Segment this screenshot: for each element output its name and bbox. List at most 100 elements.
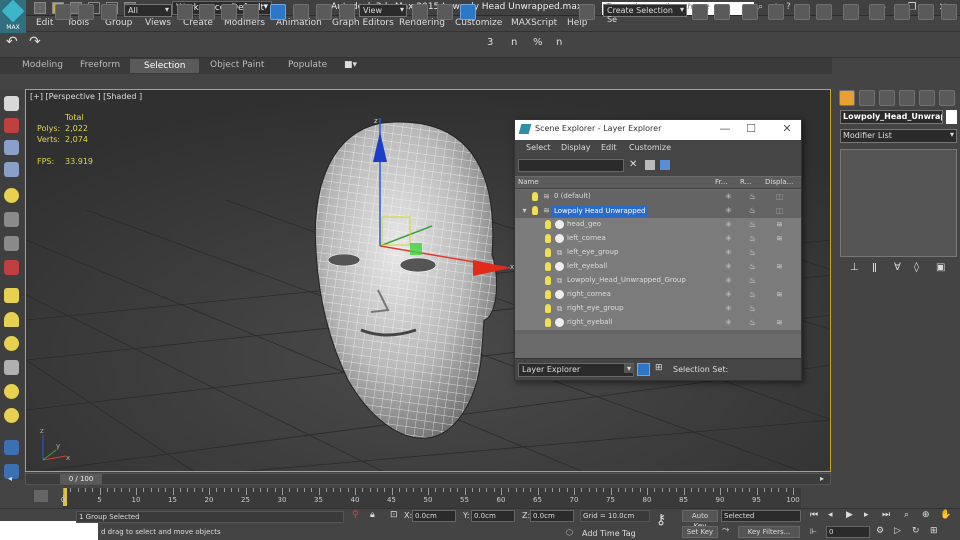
tab-modeling[interactable]: Modeling [22,60,63,70]
render-teapot-icon[interactable]: ♨ [748,276,757,285]
visibility-icon[interactable] [545,234,551,243]
select-object-icon[interactable] [177,4,193,20]
modify-tab-icon[interactable] [859,90,875,106]
visibility-icon[interactable] [545,220,551,229]
spinner-snap-toggle[interactable]: n [556,37,562,48]
explorer-type-dropdown[interactable]: Layer Explorer [518,363,634,377]
render-teapot-icon[interactable]: ♨ [748,220,757,229]
freeze-icon[interactable]: ✳ [724,192,733,201]
hierarchy-tab-icon[interactable] [879,90,895,106]
rectangular-selection-icon[interactable] [221,4,237,20]
se-minimize-button[interactable]: — [713,120,737,140]
render-teapot-icon[interactable]: ♨ [748,262,757,271]
visibility-icon[interactable] [545,318,551,327]
default-in-out-tangent-icon[interactable]: ⤳ [722,525,729,535]
z-coordinate-field[interactable]: 0.0cm [530,510,574,522]
curve-editor-mini-icon[interactable] [34,490,48,502]
layer-manager-icon[interactable] [768,4,784,20]
render-teapot-icon[interactable]: ♨ [748,248,757,257]
modifier-list-dropdown[interactable]: Modifier List [840,129,957,143]
spacing-tool-icon[interactable] [4,162,19,177]
play-icon[interactable]: ▶ [846,510,853,520]
display-tab-icon[interactable] [919,90,935,106]
select-by-name-icon[interactable] [199,4,215,20]
unlink-icon[interactable] [78,4,94,20]
reference-coordinate-dropdown[interactable]: View [359,4,407,17]
undo-icon[interactable]: ↶ [6,34,18,50]
freeze-icon[interactable]: ✳ [724,206,733,215]
menu-item[interactable]: Edit [36,18,53,28]
time-slider-track[interactable] [25,473,831,485]
y-coordinate-field[interactable]: 0.0cm [471,510,515,522]
key-filters-button[interactable]: Key Filters... [738,526,800,538]
edit-named-selection-icon[interactable] [579,4,595,20]
list-item[interactable]: ▾ ≋ Lowpoly Head Unwrapped ✳ ♨ ◫ [515,204,801,218]
render-teapot-icon[interactable]: ♨ [748,318,757,327]
cone-primitive-icon[interactable] [4,312,19,327]
motion-tab-icon[interactable] [899,90,915,106]
camera-icon[interactable] [4,212,19,227]
freeze-icon[interactable]: ✳ [724,248,733,257]
isolate-selection-icon[interactable]: ⚲ [352,510,359,520]
menu-item[interactable]: MAXScript [511,18,557,28]
display-layer-icon[interactable]: ≋ [775,262,784,271]
se-search-input[interactable] [518,159,624,172]
tab-selection[interactable]: Selection [130,59,200,73]
pivot-center-icon[interactable] [412,4,428,20]
array-icon[interactable] [4,140,19,155]
se-menu-item[interactable]: Display [561,143,591,152]
render-iterative-icon[interactable] [941,4,957,20]
display-layer-icon[interactable]: ≋ [775,290,784,299]
particle-icon[interactable] [4,440,19,455]
helper-icon[interactable] [4,236,19,251]
percent-snap-toggle[interactable]: % [533,37,543,48]
material-editor-icon[interactable] [843,4,859,20]
curve-editor-icon[interactable] [794,4,810,20]
list-item[interactable]: left_eyeball ✳ ♨ ≋ [515,260,801,274]
x-coordinate-field[interactable]: 0.0cm [412,510,456,522]
zoom-icon[interactable]: ⌕ [904,510,909,520]
snapshot-icon[interactable] [4,118,19,133]
bind-spacewarp-icon[interactable] [101,4,117,20]
freeze-icon[interactable]: ✳ [724,220,733,229]
render-teapot-icon[interactable]: ♨ [748,290,757,299]
tab-freeform[interactable]: Freeform [80,60,120,70]
teapot-icon[interactable] [4,336,19,351]
viewport-label[interactable]: [+] [Perspective ] [Shaded ] [30,92,142,101]
list-item[interactable]: ⧉ Lowpoly_Head_Unwrapped_Group ✳ ♨ [515,274,801,288]
list-item[interactable]: left_cornea ✳ ♨ ≋ [515,232,801,246]
time-configuration-icon[interactable]: ⚙ [876,526,884,536]
spacewarp-icon[interactable] [4,260,19,275]
se-menu-item[interactable]: Edit [601,143,617,152]
pyramid-icon[interactable] [4,360,19,375]
go-to-end-icon[interactable]: ⏭ [882,510,890,520]
scene-explorer-window[interactable]: Scene Explorer - Layer Explorer — ☐ ✕ Se… [514,119,802,381]
pin-stack-icon[interactable]: ⊥ [850,262,859,273]
go-to-start-icon[interactable]: ⏮ [810,510,818,520]
orbit-icon[interactable]: ↻ [912,526,920,536]
list-item[interactable]: head_geo ✳ ♨ ≋ [515,218,801,232]
key-icon[interactable]: ⚷ [656,512,666,528]
add-time-tag-button[interactable]: Add Time Tag [582,529,636,538]
key-mode-dropdown[interactable]: Selected [721,510,801,522]
visibility-icon[interactable] [532,192,538,201]
rendered-frame-window-icon[interactable] [894,4,910,20]
list-item[interactable]: ⧉ right_eye_group ✳ ♨ [515,302,801,316]
select-and-scale-icon[interactable] [316,4,332,20]
column-name[interactable]: Name [518,178,708,186]
expand-arrow-icon[interactable]: ▾ [520,206,529,215]
zoom-all-icon[interactable]: ⊕ [922,510,930,520]
auto-key-button[interactable]: Auto Key [682,510,718,530]
render-teapot-icon[interactable]: ♨ [748,206,757,215]
hierarchy-mode-icon[interactable]: ⊞ [655,363,663,373]
time-slider-right-arrow[interactable]: ▸ [820,474,824,483]
visibility-icon[interactable] [545,290,551,299]
next-frame-icon[interactable]: ▸ [864,510,869,520]
visibility-icon[interactable] [545,304,551,313]
list-item[interactable]: right_cornea ✳ ♨ ≋ [515,288,801,302]
key-mode-toggle-icon[interactable]: ⊩ [810,527,817,536]
freeze-icon[interactable]: ✳ [724,234,733,243]
redo-icon[interactable]: ↷ [29,34,41,50]
sun-icon[interactable] [4,384,19,399]
column-display[interactable]: Displa... [765,178,799,186]
